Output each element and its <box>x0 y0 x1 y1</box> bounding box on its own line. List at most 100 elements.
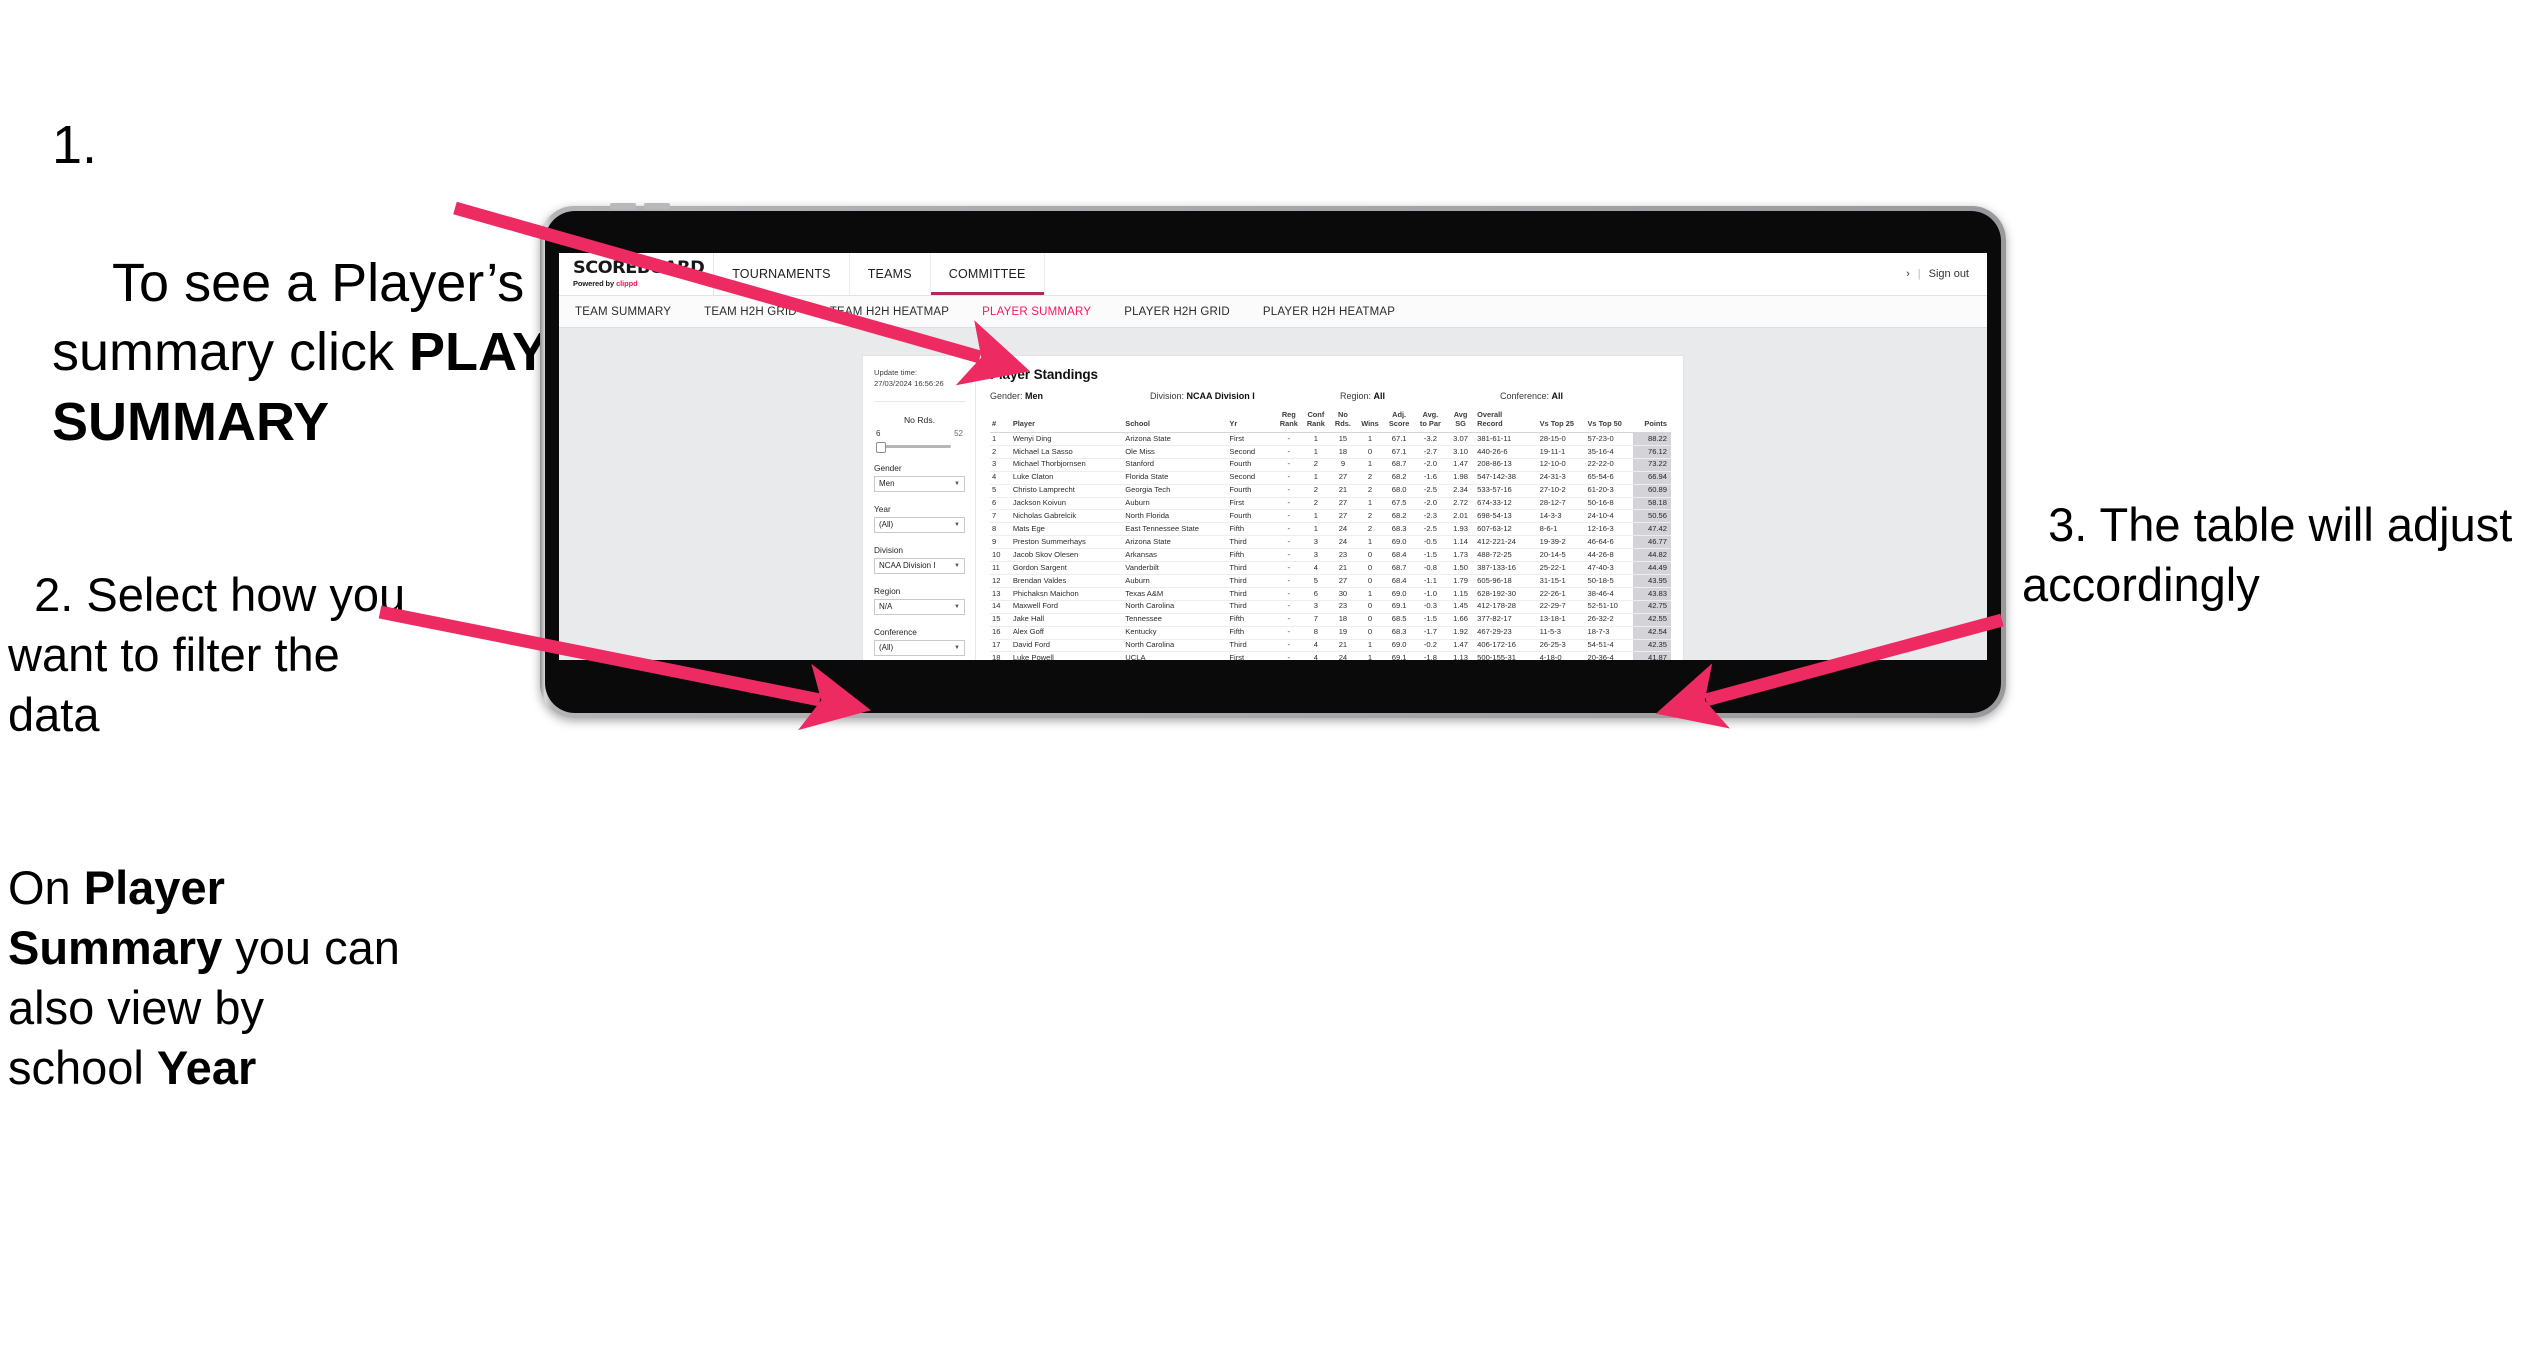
cell-avg-to-par: -1.1 <box>1414 574 1446 588</box>
subnav-team-summary[interactable]: TEAM SUMMARY <box>575 306 688 318</box>
cell-vs-top-25: 28-12-7 <box>1537 497 1586 511</box>
table-row[interactable]: 6 Jackson Koivun Auburn First -2 27 1 67.5 -2.0 2… <box>990 497 1671 511</box>
dashboard-canvas: Update time: 27/03/2024 16:56:26 No Rds.… <box>559 328 1987 660</box>
cell-points: 60.89 <box>1633 484 1671 498</box>
top-bar-divider: | <box>1917 268 1921 280</box>
table-row[interactable]: 14 Maxwell Ford North Carolina Third -3 23 0 69… <box>990 600 1671 614</box>
table-row[interactable]: 15 Jake Hall Tennessee Fifth -7 18 0 68.5 -1.5 1.… <box>990 613 1671 627</box>
filter-gender-select[interactable]: Men ▼ <box>874 475 965 492</box>
col-wins[interactable]: Wins <box>1356 411 1384 434</box>
cell-avg-to-par: -1.5 <box>1414 613 1446 627</box>
col-vs-top-50[interactable]: Vs Top 50 <box>1585 411 1634 434</box>
table-row[interactable]: 18 Luke Powell UCLA First -4 24 1 69.1 -1.8 1.13 5… <box>990 651 1671 660</box>
col-avg-sg[interactable]: Avg SG <box>1446 410 1476 434</box>
table-row[interactable]: 8 Mats Ege East Tennessee State Fifth -1 24 2 6… <box>990 522 1671 537</box>
col-player[interactable]: Player <box>1010 411 1124 434</box>
table-row[interactable]: 17 David Ford North Carolina Third -4 21 1 69.0… <box>990 639 1671 653</box>
cell-adj-score: 69.0 <box>1383 587 1415 601</box>
cell-school: Arizona State <box>1123 535 1228 550</box>
table-row[interactable]: 1 Wenyi Ding Arizona State First -1 15 1 67.1 -3… <box>990 432 1671 446</box>
cell-points: 42.75 <box>1633 600 1671 614</box>
filter-division-select[interactable]: NCAA Division I ▼ <box>874 557 965 574</box>
col-conf-rank[interactable]: Conf Rank <box>1302 410 1330 434</box>
cell-yr: Fifth <box>1227 626 1276 640</box>
cell-avg-sg: 1.45 <box>1446 600 1476 614</box>
filter-region-select[interactable]: N/A ▼ <box>874 598 965 615</box>
table-row[interactable]: 5 Christo Lamprecht Georgia Tech Fourth -2 21… <box>990 484 1671 498</box>
cell-points: 66.94 <box>1633 471 1671 485</box>
cell-vs-top-25: 31-15-1 <box>1537 574 1586 588</box>
cell-yr: Third <box>1227 574 1276 588</box>
user-account-icon[interactable]: › <box>1906 268 1910 280</box>
cell-rank: 15 <box>990 613 1011 627</box>
col-rank[interactable]: # <box>990 411 1011 434</box>
cell-wins: 0 <box>1356 613 1384 627</box>
meta-conference-label: Conference: <box>1500 391 1550 401</box>
col-avg-to-par[interactable]: Avg. to Par <box>1414 410 1446 434</box>
tablet-volume-button-2[interactable] <box>644 203 670 209</box>
subnav-team-h2h-heatmap[interactable]: TEAM H2H HEATMAP <box>830 306 966 318</box>
table-row[interactable]: 10 Jacob Skov Olesen Arkansas Fifth -3 23 0 68.… <box>990 548 1671 563</box>
cell-vs-top-25: 25-22-1 <box>1537 561 1586 575</box>
app-top-bar: SCOREBOARD Powered by clippd TOURNAMENTS… <box>559 253 1987 296</box>
table-row[interactable]: 2 Michael La Sasso Ole Miss Second -1 18 0 67.1… <box>990 445 1671 459</box>
col-yr[interactable]: Yr <box>1227 411 1276 434</box>
table-row[interactable]: 7 Nicholas Gabrelcik North Florida Fourth -1… <box>990 509 1671 524</box>
table-row[interactable]: 3 Michael Thorbjornsen Stanford Fourth -2 9 1 6… <box>990 458 1671 472</box>
cell-avg-sg: 1.66 <box>1446 613 1476 627</box>
filter-year-select[interactable]: (All) ▼ <box>874 516 965 533</box>
subnav-team-h2h-grid[interactable]: TEAM H2H GRID <box>704 306 814 318</box>
cell-avg-to-par: -1.7 <box>1414 626 1446 640</box>
nav-tournaments[interactable]: TOURNAMENTS <box>714 253 850 295</box>
col-reg-rank[interactable]: Reg Rank <box>1275 410 1303 434</box>
col-adj-score[interactable]: Adj. Score <box>1383 410 1415 434</box>
filter-region: Region N/A ▼ <box>874 586 965 615</box>
col-overall-record[interactable]: Overall Record <box>1475 410 1538 434</box>
col-rank-l1: # <box>992 418 997 428</box>
sign-out-button[interactable]: Sign out <box>1929 268 1969 280</box>
brand-logo[interactable]: SCOREBOARD Powered by clippd <box>559 253 715 295</box>
col-vs-top-25[interactable]: Vs Top 25 <box>1537 411 1586 434</box>
slider-handle[interactable] <box>876 441 886 453</box>
cell-wins: 1 <box>1356 432 1384 446</box>
table-row[interactable]: 13 Phichaksn Maichon Texas A&M Third -6 30 1 69… <box>990 587 1671 601</box>
cell-reg-rank: - <box>1275 535 1303 550</box>
meta-conference: Conference: All <box>1500 391 1563 401</box>
subnav-player-h2h-grid[interactable]: PLAYER H2H GRID <box>1124 306 1247 318</box>
col-no-rounds[interactable]: No Rds. <box>1329 410 1357 434</box>
col-wins-l1: Wins <box>1361 418 1379 428</box>
filter-region-value: N/A <box>879 602 893 612</box>
cell-yr: Fifth <box>1227 522 1276 537</box>
cell-overall-record: 412-221-24 <box>1475 535 1538 550</box>
annotation-step-3: 3. The table will adjust accordingly <box>2022 435 2526 615</box>
brand-vendor: clippd <box>616 279 638 288</box>
nav-committee[interactable]: COMMITTEE <box>930 253 1045 295</box>
cell-vs-top-50: 50-18-5 <box>1585 574 1634 588</box>
table-row[interactable]: 16 Alex Goff Kentucky Fifth -8 19 0 68.3 -1.7 1.9… <box>990 626 1671 640</box>
subnav-player-h2h-heatmap[interactable]: PLAYER H2H HEATMAP <box>1263 306 1412 318</box>
table-row[interactable]: 11 Gordon Sargent Vanderbilt Third -4 21 0 68.7… <box>990 561 1671 575</box>
tablet-volume-button-1[interactable] <box>610 203 636 209</box>
col-school[interactable]: School <box>1123 411 1228 434</box>
cell-reg-rank: - <box>1275 522 1303 537</box>
cell-no-rounds: 21 <box>1329 484 1357 498</box>
table-row[interactable]: 4 Luke Claton Florida State Second -1 27 2 68.2… <box>990 471 1671 485</box>
filter-conference-select[interactable]: (All) ▼ <box>874 639 965 656</box>
cell-avg-to-par: -1.6 <box>1414 471 1446 485</box>
table-row[interactable]: 12 Brendan Valdes Auburn Third -5 27 0 68.4 -1.1… <box>990 574 1671 588</box>
table-row[interactable]: 9 Preston Summerhays Arizona State Third -3 2… <box>990 535 1671 550</box>
cell-rank: 6 <box>990 497 1011 511</box>
subnav-player-summary[interactable]: PLAYER SUMMARY <box>982 306 1108 318</box>
cell-school: Stanford <box>1123 458 1228 472</box>
cell-player: Wenyi Ding <box>1010 432 1124 446</box>
cell-avg-sg: 1.14 <box>1446 535 1476 550</box>
cell-conf-rank: 3 <box>1302 548 1330 563</box>
cell-vs-top-25: 12-10-0 <box>1537 458 1586 472</box>
cell-overall-record: 377-82-17 <box>1475 613 1538 627</box>
nav-teams[interactable]: TEAMS <box>849 253 931 295</box>
cell-school: Arkansas <box>1123 548 1228 563</box>
cell-vs-top-50: 38-46-4 <box>1585 587 1634 601</box>
col-points[interactable]: Points <box>1633 411 1671 434</box>
player-standings-viz: Player Standings Gender: Men Division: N… <box>976 356 1683 660</box>
no-rounds-slider[interactable] <box>874 441 965 453</box>
